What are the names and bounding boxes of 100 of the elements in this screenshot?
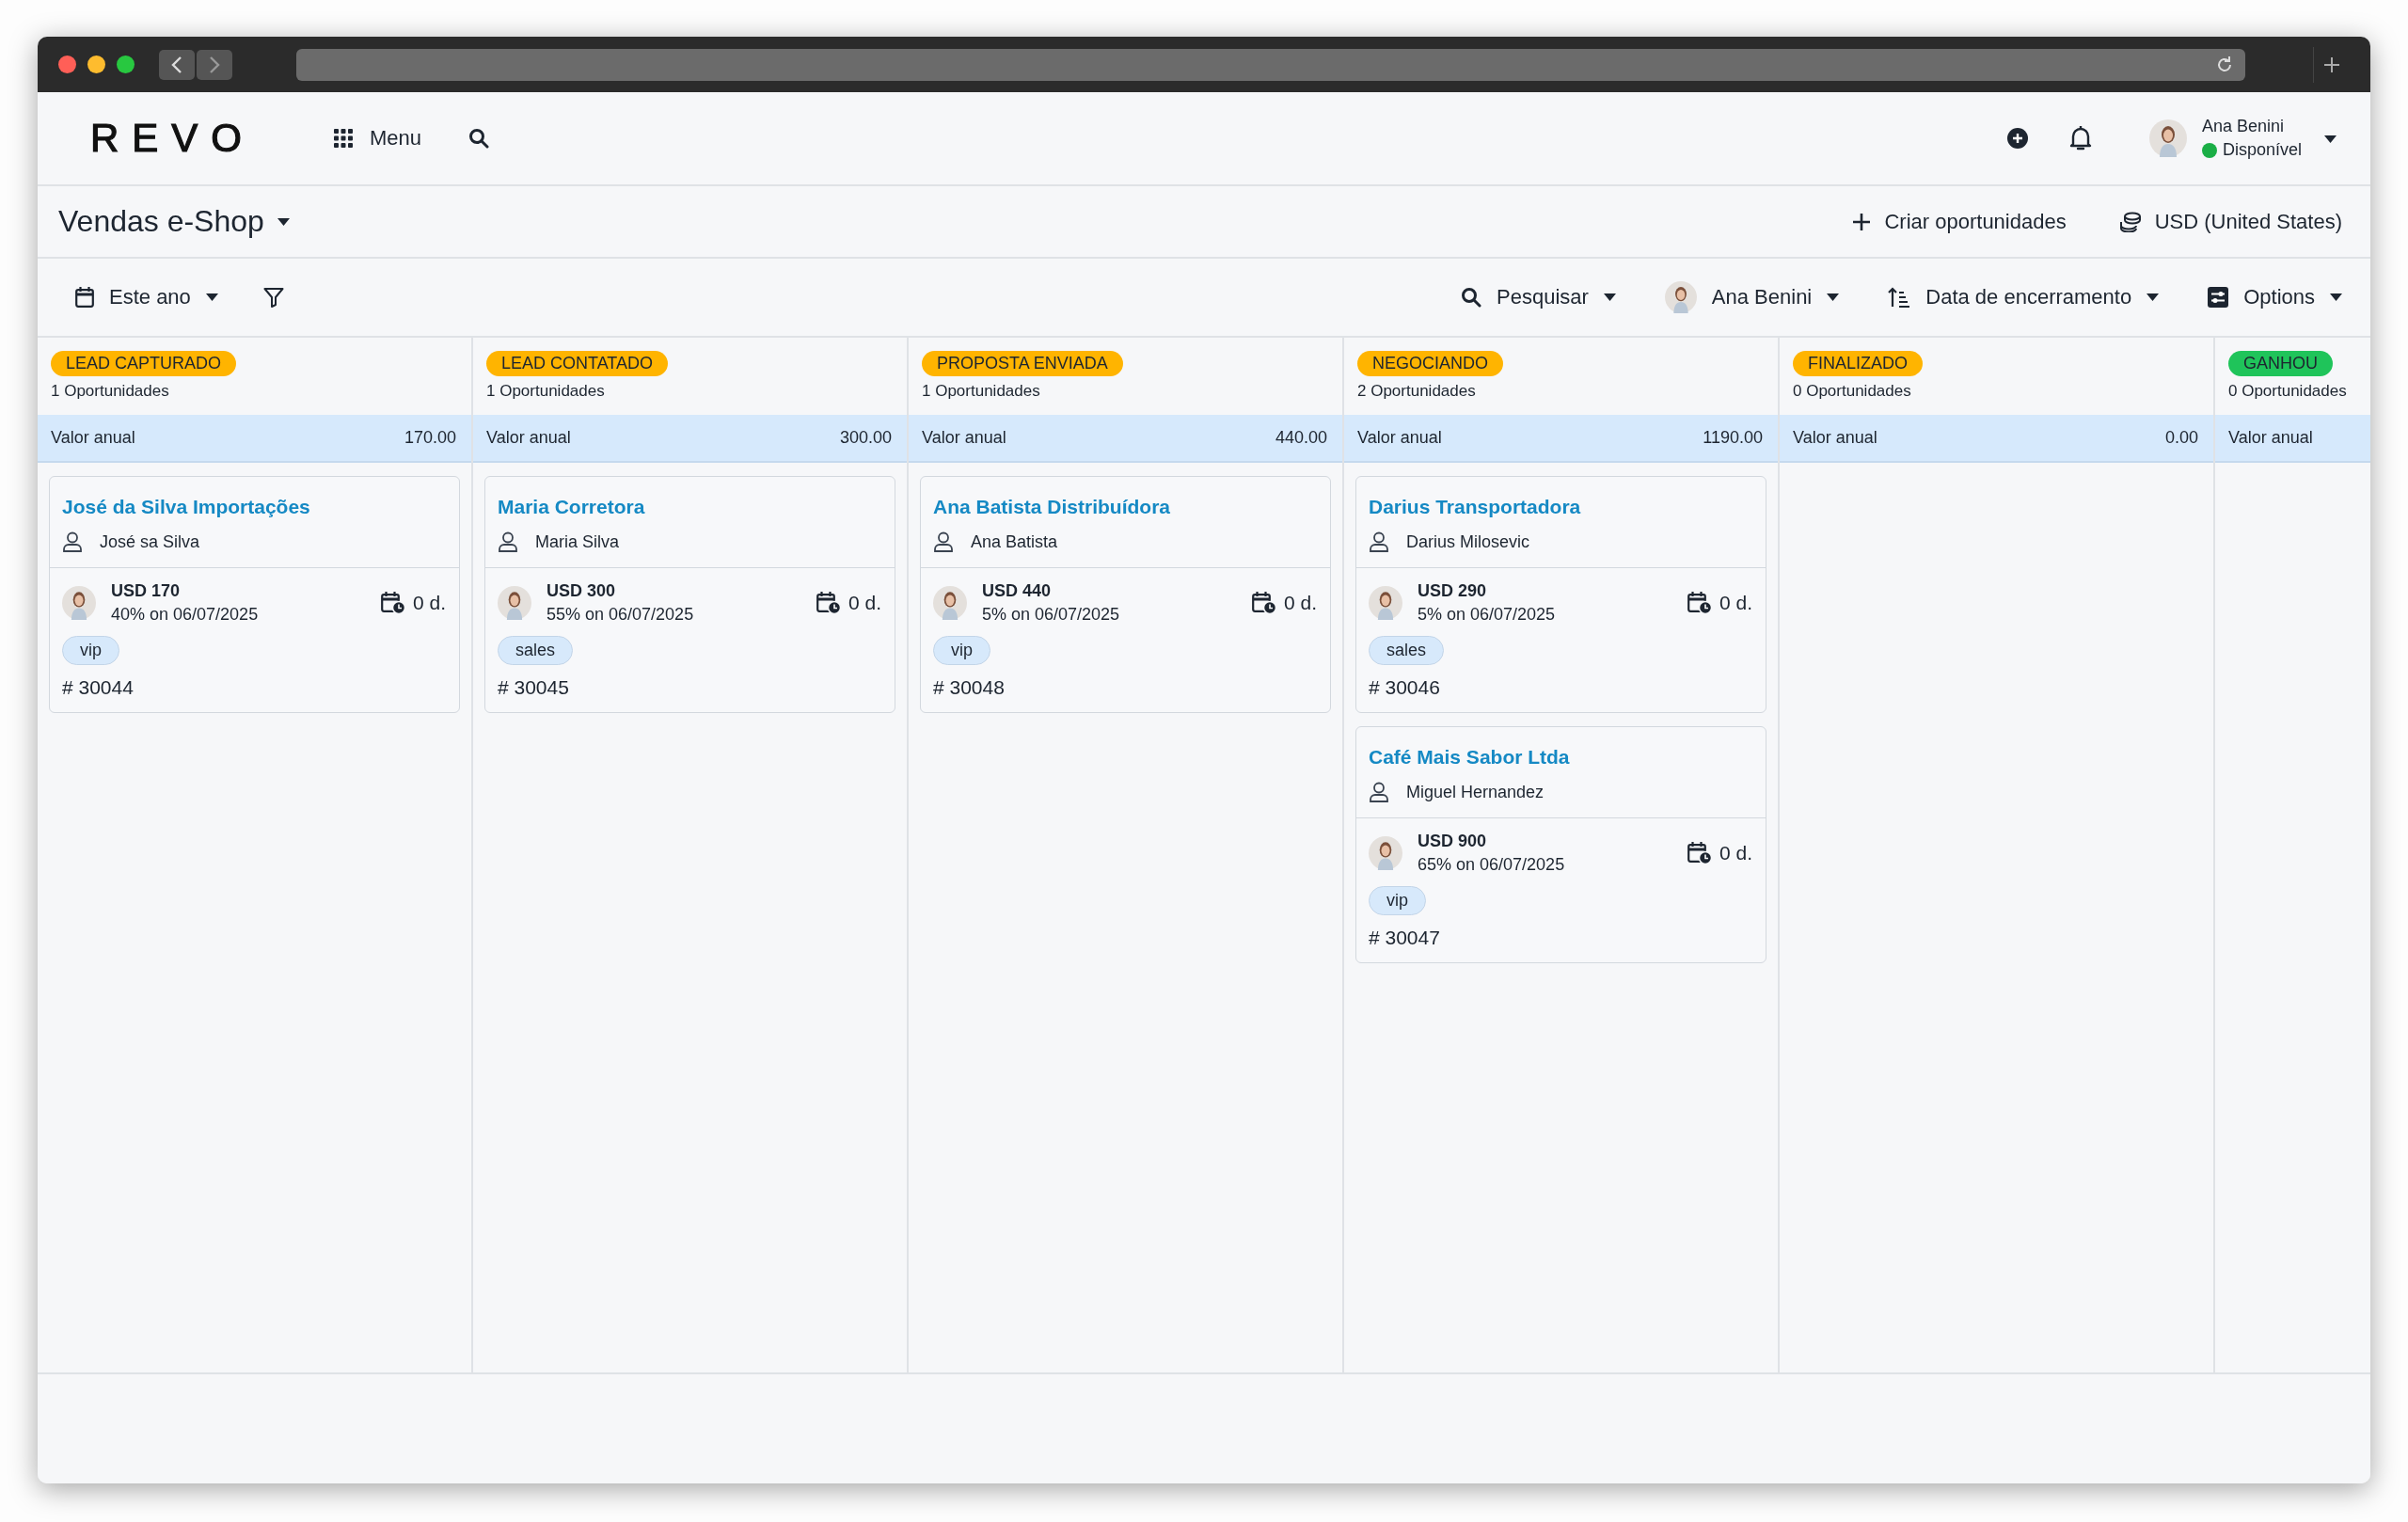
opportunity-count: 2 Oportunidades <box>1357 382 1476 401</box>
coins-icon <box>2118 211 2142 232</box>
calendar-clock-icon <box>1687 842 1712 864</box>
annual-value-label: Valor anual <box>1357 428 1442 448</box>
opportunity-card[interactable]: Café Mais Sabor Ltda Miguel Hernandez USD 900 65% on 06/07/2025 0 d. vip # 30047 <box>1355 726 1766 963</box>
probability-date: 40% on 06/07/2025 <box>111 605 259 625</box>
caret-icon <box>205 293 218 301</box>
opportunity-amount: USD 170 <box>111 581 182 601</box>
caret-icon <box>277 217 290 226</box>
close-window-icon[interactable] <box>58 55 76 73</box>
stage-badge: NEGOCIANDO <box>1357 351 1503 376</box>
forward-button[interactable] <box>197 49 232 80</box>
plus-icon <box>2322 55 2341 74</box>
tag-chip[interactable]: vip <box>1369 886 1426 915</box>
days-count: 0 d. <box>1719 592 1752 614</box>
tag-chip[interactable]: sales <box>498 636 574 665</box>
annual-value-label: Valor anual <box>2228 428 2313 448</box>
opportunity-title[interactable]: Maria Corretora <box>498 496 881 518</box>
annual-value-amount: 170.00 <box>404 428 456 448</box>
opportunity-number: # 30046 <box>1369 676 1441 699</box>
user-name: Ana Benini <box>2201 117 2286 136</box>
annual-value-amount: 440.00 <box>1275 428 1327 448</box>
address-bar[interactable] <box>296 48 2245 81</box>
tag-chip[interactable]: vip <box>933 636 990 665</box>
contact-name: Ana Batista <box>971 531 1058 552</box>
chevron-left-icon <box>171 55 182 73</box>
opportunity-card[interactable]: Darius Transportadora Darius Milosevic USD 290 5% on 06/07/2025 0 d. sales # 30046 <box>1355 476 1766 713</box>
reload-icon[interactable] <box>2215 55 2234 74</box>
opportunity-title[interactable]: José da Silva Importações <box>62 496 446 518</box>
probability-date: 55% on 06/07/2025 <box>547 605 694 625</box>
stage-badge: LEAD CAPTURADO <box>51 351 237 376</box>
opportunity-count: 1 Oportunidades <box>51 382 169 401</box>
opportunity-card[interactable]: Ana Batista Distribuídora Ana Batista USD 440 5% on 06/07/2025 0 d. vip # 30048 <box>920 476 1331 713</box>
person-icon <box>1369 782 1389 802</box>
contact-name: José sa Silva <box>100 531 200 552</box>
days-count: 0 d. <box>1283 592 1317 614</box>
opportunity-number: # 30048 <box>933 676 1006 699</box>
user-status: Disponível <box>2222 140 2302 160</box>
opportunity-count: 1 Oportunidades <box>486 382 605 401</box>
grid-icon <box>334 129 354 148</box>
opportunity-count: 1 Oportunidades <box>922 382 1040 401</box>
caret-icon <box>2324 135 2337 143</box>
add-icon[interactable] <box>2005 127 2029 150</box>
opportunity-card[interactable]: Maria Corretora Maria Silva USD 300 55% on 06/07/2025 0 d. sales # 30045 <box>484 476 895 713</box>
opportunity-amount: USD 300 <box>547 581 617 601</box>
currency-selector[interactable]: USD (United States) <box>2115 205 2346 238</box>
calendar-clock-icon <box>1687 592 1712 614</box>
opportunity-amount: USD 900 <box>1418 832 1488 851</box>
person-icon <box>62 531 83 552</box>
contact-name: Maria Silva <box>535 531 620 552</box>
opportunity-count: 0 Oportunidades <box>2228 382 2347 401</box>
calendar-clock-icon <box>816 592 841 614</box>
calendar-clock-icon <box>1251 592 1276 614</box>
opportunity-title[interactable]: Café Mais Sabor Ltda <box>1369 746 1752 769</box>
menu-button[interactable]: Menu <box>328 120 428 156</box>
avatar-icon <box>62 586 96 620</box>
avatar-icon <box>933 586 967 620</box>
opportunity-card[interactable]: José da Silva Importações José sa Silva USD 170 40% on 06/07/2025 0 d. vip # 30044 <box>49 476 460 713</box>
probability-date: 65% on 06/07/2025 <box>1418 855 1565 875</box>
search-dropdown[interactable]: Pesquisar <box>1457 281 1620 313</box>
opportunity-amount: USD 440 <box>982 581 1053 601</box>
days-count: 0 d. <box>412 592 446 614</box>
plus-icon <box>1852 212 1872 231</box>
chevron-right-icon <box>209 55 220 73</box>
stage-badge: GANHOU <box>2228 351 2333 376</box>
annual-value-label: Valor anual <box>486 428 571 448</box>
sort-selector[interactable]: Data de encerramento <box>1884 281 2163 313</box>
contact-name: Miguel Hernandez <box>1406 782 1545 802</box>
opportunity-number: # 30047 <box>1369 927 1441 949</box>
tag-chip[interactable]: vip <box>62 636 119 665</box>
annual-value-amount: 300.00 <box>839 428 892 448</box>
stage-badge: LEAD CONTATADO <box>486 351 668 376</box>
back-button[interactable] <box>159 49 195 80</box>
annual-value-label: Valor anual <box>1793 428 1877 448</box>
avatar-icon <box>1369 586 1402 620</box>
minimize-window-icon[interactable] <box>87 55 105 73</box>
opportunity-number: # 30045 <box>498 676 570 699</box>
opportunity-title[interactable]: Ana Batista Distribuídora <box>933 496 1317 518</box>
calendar-clock-icon <box>380 592 405 614</box>
zoom-window-icon[interactable] <box>117 55 135 73</box>
person-icon <box>1369 531 1389 552</box>
avatar-icon <box>498 586 531 620</box>
options-dropdown[interactable]: Options <box>2204 281 2346 313</box>
filter-icon[interactable] <box>262 287 284 308</box>
period-selector[interactable]: Este ano <box>71 281 222 313</box>
tag-chip[interactable]: sales <box>1369 636 1445 665</box>
opportunity-number: # 30044 <box>62 676 135 699</box>
calendar-icon <box>75 287 94 308</box>
annual-value-label: Valor anual <box>922 428 1006 448</box>
bell-icon[interactable] <box>2067 125 2093 151</box>
owner-selector[interactable]: Ana Benini <box>1660 277 1844 317</box>
opportunity-title[interactable]: Darius Transportadora <box>1369 496 1752 518</box>
user-menu[interactable]: Ana Benini Disponível <box>2148 117 2337 160</box>
avatar-icon <box>2148 119 2187 157</box>
logo[interactable]: REVO <box>90 116 256 161</box>
board-title[interactable]: Vendas e-Shop <box>58 204 264 239</box>
days-count: 0 d. <box>848 592 881 614</box>
create-opportunity-button[interactable]: Criar oportunidades <box>1848 205 2070 238</box>
annual-value-label: Valor anual <box>51 428 135 448</box>
probability-date: 5% on 06/07/2025 <box>1418 605 1556 625</box>
